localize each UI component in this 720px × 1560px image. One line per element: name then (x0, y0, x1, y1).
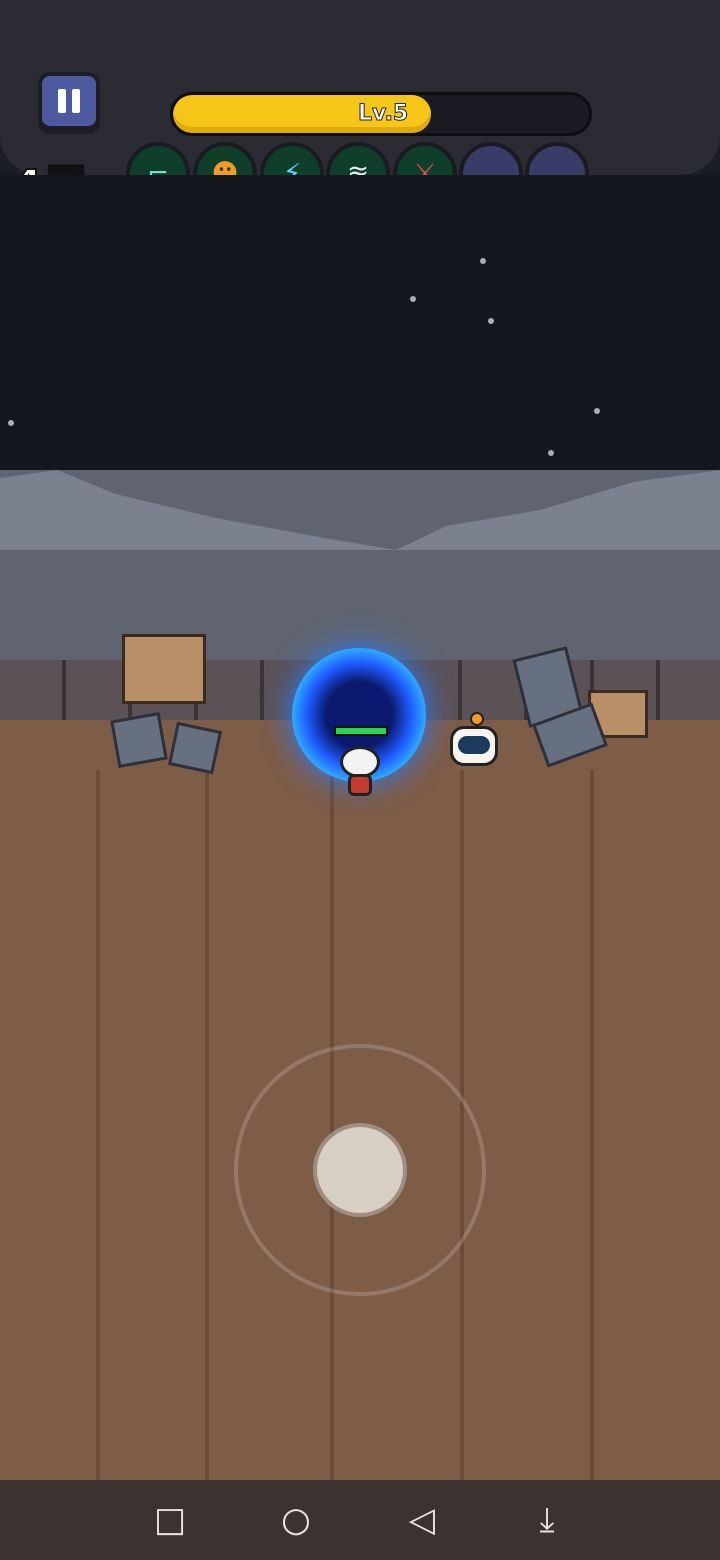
night-sky (0, 175, 720, 495)
joystick-knob[interactable] (313, 1123, 407, 1217)
star (410, 296, 416, 302)
pause-icon (58, 89, 66, 113)
recents-icon[interactable]: □ (130, 1480, 210, 1560)
star (594, 408, 600, 414)
star (8, 420, 14, 426)
star (548, 450, 554, 456)
rubble (167, 721, 223, 775)
star (480, 258, 486, 264)
pause-button[interactable] (38, 72, 100, 130)
player-health-bar (334, 726, 388, 736)
level-label: Lv.5 (357, 101, 409, 127)
xp-bar: Lv.5 (170, 92, 592, 136)
menu-down-icon[interactable]: ⤓ (507, 1480, 587, 1560)
robot-companion (446, 712, 502, 786)
player-character (338, 740, 382, 800)
cardboard-box (122, 634, 206, 704)
system-nav-bar: □ ○ ◁ ⤓ (0, 1480, 720, 1560)
rubble (110, 712, 168, 768)
home-icon[interactable]: ○ (256, 1480, 336, 1560)
star (488, 318, 494, 324)
back-icon[interactable]: ◁ (382, 1480, 462, 1560)
